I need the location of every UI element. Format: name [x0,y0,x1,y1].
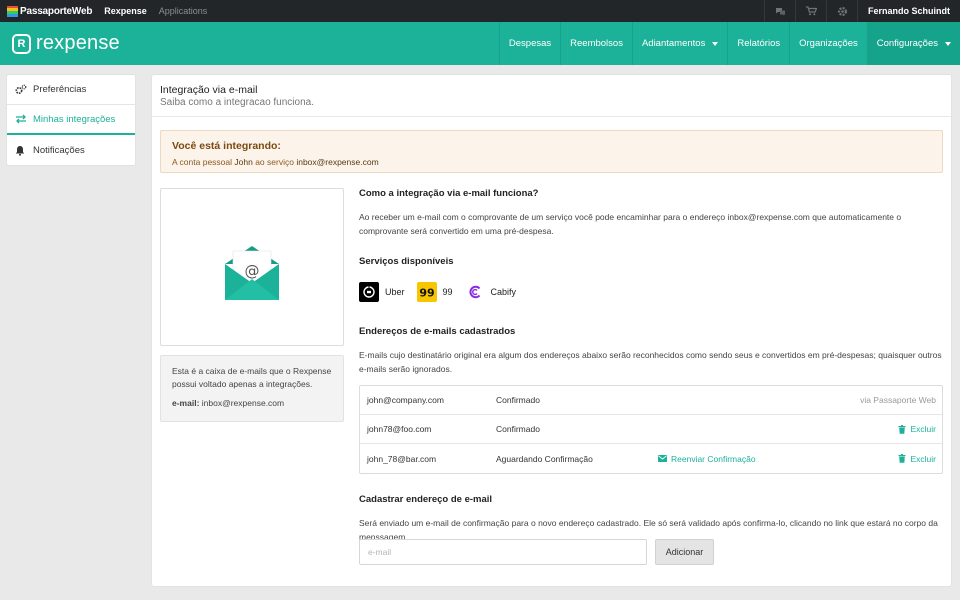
nav-despesas[interactable]: Despesas [498,22,560,65]
sidebar-item-label: Notificações [33,144,85,156]
top-link-applications[interactable]: Applications [159,6,208,16]
services-list: Uber 99 99 Cabify [359,282,528,302]
delete-link[interactable]: Excluir [898,454,936,464]
passaporteweb-logo-icon [7,5,18,17]
info-email-label: e-mail: [172,398,200,408]
resend-confirmation-link[interactable]: Reenviar Confirmação [658,454,756,464]
table-row: john78@foo.com Confirmado Excluir [360,415,942,444]
chat-icon[interactable] [764,0,795,22]
gears-icon [15,84,29,95]
table-row: john_78@bar.com Aguardando Confirmação R… [360,444,942,473]
delete-label: Excluir [910,424,936,434]
row-status: Confirmado [496,424,540,434]
how-text: Ao receber um e-mail com o comprovante d… [359,210,943,238]
settings-sidebar: Preferências Minhas integrações Notifica… [7,75,135,165]
how-text-before: Ao receber um e-mail com o comprovante d… [359,212,726,222]
trash-icon [898,454,906,463]
alert-title: Você está integrando: [172,140,281,152]
nav-configuracoes[interactable]: Configurações [866,22,960,65]
nav-reembolsos[interactable]: Reembolsos [560,22,632,65]
alert-account: John [234,157,253,167]
inbox-info-box: Esta é a caixa de e-mails que o Rexpense… [160,355,344,422]
nav-label: Relatórios [737,38,781,49]
rexpense-logo[interactable]: R rexpense [12,32,120,55]
add-email-button[interactable]: Adicionar [655,539,714,565]
uber-logo-icon [359,282,379,302]
rexpense-brand: rexpense [36,32,120,54]
service-name-99: 99 [442,287,453,297]
nav-label: Organizações [799,38,858,49]
envelope-small-icon [658,455,667,462]
envelope-icon: @ [225,234,279,305]
sidebar-item-label: Preferências [33,84,87,95]
nav-organizacoes[interactable]: Organizações [789,22,867,65]
trash-icon [898,424,906,434]
row-status: Aguardando Confirmação [496,453,593,464]
row-email: john@company.com [367,395,444,405]
passaporteweb-logo[interactable]: PassaporteWeb [7,5,93,17]
services-title: Serviços disponíveis [359,256,454,267]
delete-link[interactable]: Excluir [898,424,936,434]
cart-icon[interactable] [795,0,826,22]
bell-icon [15,145,29,156]
main-navbar: R rexpense Despesas Reembolsos Adiantame… [0,22,960,65]
integration-alert: Você está integrando: A conta pessoal Jo… [160,130,943,173]
table-row: john@company.com Confirmado via Passapor… [360,386,942,415]
info-email: e-mail: inbox@rexpense.com [172,397,332,410]
rexpense-logo-icon: R [12,33,31,54]
gear-icon[interactable] [826,0,857,22]
sidebar-item-notificacoes[interactable]: Notificações [7,135,135,165]
row-email: john78@foo.com [367,424,432,434]
nav-label: Configurações [876,38,938,49]
resend-label: Reenviar Confirmação [671,453,756,464]
alert-inbox: inbox@rexpense.com [296,157,379,167]
envelope-illustration-box: @ [160,188,344,346]
page-subtitle: Saiba como a integracao funciona. [160,97,314,108]
register-title: Cadastrar endereço de e-mail [359,494,493,505]
passaporteweb-brand: PassaporteWeb [20,5,93,17]
service-name-uber: Uber [385,287,405,297]
row-source: via Passaporte Web [860,395,936,405]
page-title: Integração via e-mail [160,84,258,96]
nav-adiantamentos[interactable]: Adiantamentos [631,22,727,65]
sidebar-item-label: Minhas integrações [33,113,116,125]
delete-label: Excluir [910,453,936,464]
how-text-email: inbox@rexpense.com [727,212,810,222]
user-menu[interactable]: Fernando Schuindt [857,0,960,22]
exchange-icon [15,114,29,124]
sidebar-item-minhas-integracoes[interactable]: Minhas integrações [7,105,135,135]
chevron-down-icon [712,41,719,46]
cabify-logo-icon [465,282,485,302]
chevron-down-icon [945,41,951,46]
info-text: Esta é a caixa de e-mails que o Rexpense… [172,366,332,389]
top-link-rexpense[interactable]: Rexpense [104,6,147,16]
alert-text: A conta pessoal John ao serviço inbox@re… [172,157,379,167]
row-status: Confirmado [496,395,540,405]
nav-label: Reembolsos [570,38,623,49]
sidebar-item-preferencias[interactable]: Preferências [7,75,135,105]
99-logo-icon: 99 [416,282,437,302]
how-title: Como a integração via e-mail funciona? [359,188,539,199]
email-field[interactable] [359,539,647,565]
info-email-value: inbox@rexpense.com [201,398,285,408]
nav-relatorios[interactable]: Relatórios [727,22,789,65]
registered-emails-table: john@company.com Confirmado via Passapor… [359,385,943,474]
registered-text: E-mails cujo destinatário original era a… [359,350,942,374]
alert-text-middle: ao serviço [255,157,294,167]
alert-text-prefix: A conta pessoal [172,157,233,167]
divider [152,116,951,117]
service-name-cabify: Cabify [490,287,517,297]
registered-title: Endereços de e-mails cadastrados [359,326,516,337]
svg-text:@: @ [245,262,260,280]
row-email: john_78@bar.com [367,453,437,464]
integration-panel: Integração via e-mail Saiba como a integ… [152,75,951,586]
nav-label: Adiantamentos [641,38,706,49]
svg-text:99: 99 [419,287,434,300]
top-bar: PassaporteWeb Rexpense Applications Fern… [0,0,960,22]
nav-label: Despesas [508,38,552,49]
